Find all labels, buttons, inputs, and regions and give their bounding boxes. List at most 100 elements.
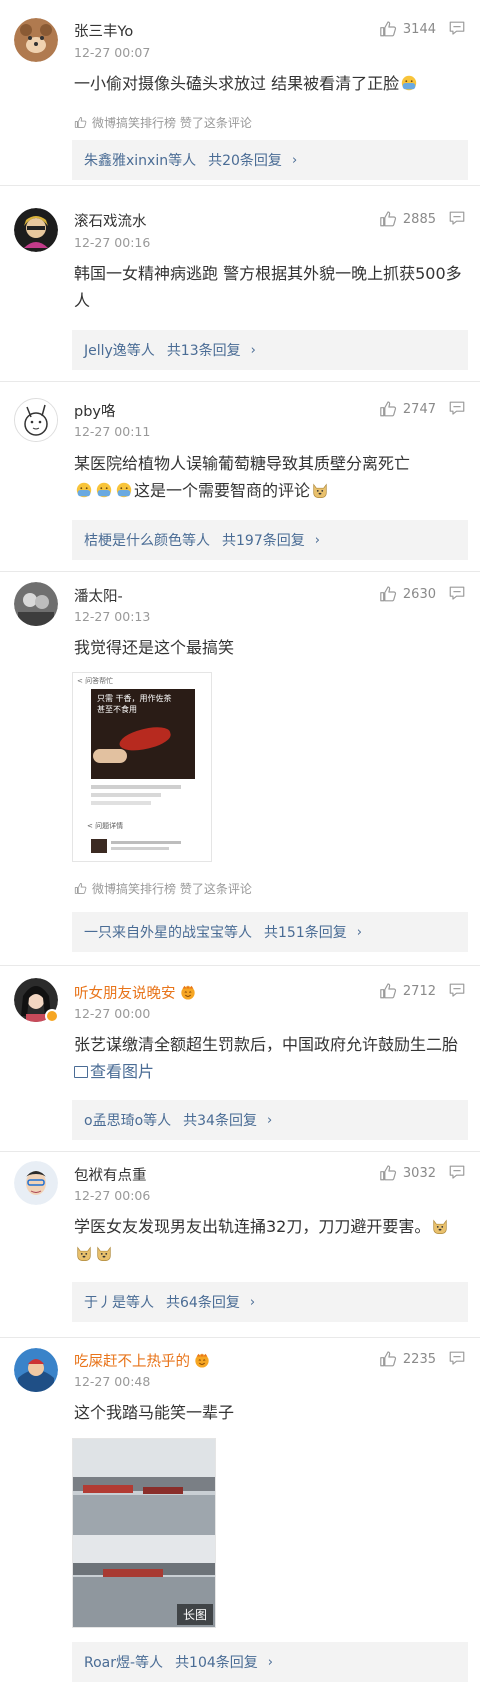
- replies-link[interactable]: Jelly逸等人 共13条回复 ›: [72, 330, 468, 370]
- like-count: 2630: [402, 586, 436, 602]
- chevron-right-icon: ›: [250, 342, 256, 358]
- username-text: 听女朋友说晚安: [74, 986, 176, 1002]
- reply-count: 共197条回复: [222, 533, 305, 549]
- username[interactable]: 听女朋友说晚安: [74, 982, 197, 1003]
- image-mini-thumb: [91, 839, 107, 853]
- avatar[interactable]: [14, 1161, 58, 1205]
- comment-item: 听女朋友说晚安 12-27 00:00 2712 张艺谋缴清全额超生罚款后，中国…: [0, 966, 480, 1152]
- timestamp: 12-27 00:00: [74, 1006, 151, 1021]
- comment-bubble-icon[interactable]: [448, 399, 466, 417]
- comment-text: 一小偷对摄像头磕头求放过 结果被看清了正脸: [74, 70, 466, 97]
- image-photo: 只需 干香，用作佐茶 甚至不食用: [91, 689, 195, 779]
- image-boat: [83, 1485, 133, 1493]
- like-button[interactable]: 2885: [379, 209, 436, 229]
- comment-text: 我觉得还是这个最搞笑: [74, 638, 235, 657]
- comment-item: 潘太阳- 12-27 00:13 2630 我觉得还是这个最搞笑 < 问答帮忙 …: [0, 572, 480, 966]
- avatar[interactable]: [14, 1348, 58, 1392]
- like-button[interactable]: 2630: [379, 584, 436, 604]
- thumbs-up-icon: [379, 585, 397, 603]
- like-button[interactable]: 2747: [379, 399, 436, 419]
- like-button[interactable]: 2712: [379, 981, 436, 1001]
- timestamp: 12-27 00:07: [74, 45, 151, 60]
- timestamp: 12-27 00:11: [74, 424, 151, 439]
- comment-bubble-icon[interactable]: [448, 1163, 466, 1181]
- reply-from: 桔梗是什么颜色等人: [84, 533, 210, 549]
- thumbs-up-outline-icon: [74, 882, 87, 895]
- reply-count: 共34条回复: [183, 1113, 257, 1129]
- comment-bubble-icon[interactable]: [448, 584, 466, 602]
- replies-link[interactable]: o孟思琦o等人 共34条回复 ›: [72, 1100, 468, 1140]
- comment-image[interactable]: 长图: [72, 1438, 216, 1628]
- replies-link[interactable]: 桔梗是什么颜色等人 共197条回复 ›: [72, 520, 468, 560]
- reply-count: 共104条回复: [175, 1655, 258, 1671]
- like-button[interactable]: 3032: [379, 1163, 436, 1183]
- avatar[interactable]: [14, 18, 58, 62]
- avatar[interactable]: [14, 978, 59, 1023]
- thumbs-up-icon: [379, 400, 397, 418]
- chevron-right-icon: ›: [267, 1654, 273, 1670]
- comment-text-line2: 这是一个需要智商的评论: [134, 481, 311, 500]
- like-button[interactable]: 2235: [379, 1349, 436, 1369]
- comment-bubble-icon[interactable]: [448, 981, 466, 999]
- reply-from: Jelly逸等人: [84, 343, 155, 359]
- reply-from: 于丿是等人: [84, 1295, 154, 1311]
- like-count: 2235: [402, 1351, 436, 1367]
- username[interactable]: 潘太阳-: [74, 585, 123, 606]
- replies-link[interactable]: 于丿是等人 共64条回复 ›: [72, 1282, 468, 1322]
- praise-note: 微博搞笑排行榜 赞了这条评论: [74, 114, 252, 131]
- thumbs-up-icon: [379, 20, 397, 38]
- doge-emoji-icon: [431, 1217, 449, 1235]
- doge-emoji-icon: [95, 1244, 113, 1262]
- like-count: 2712: [402, 983, 436, 999]
- reply-from: 一只来自外星的战宝宝等人: [84, 925, 252, 941]
- chevron-right-icon: ›: [291, 152, 298, 168]
- like-count: 3032: [402, 1165, 436, 1181]
- comment-item: 包袱有点重 12-27 00:06 3032 学医女友发现男友出轨连捅32刀，刀…: [0, 1152, 480, 1338]
- comment-image[interactable]: < 问答帮忙 只需 干香，用作佐茶 甚至不食用 < 问题详情: [72, 672, 212, 862]
- comment-bubble-icon[interactable]: [448, 209, 466, 227]
- chevron-right-icon: ›: [266, 1112, 273, 1128]
- username[interactable]: 包袱有点重: [74, 1164, 147, 1185]
- timestamp: 12-27 00:06: [74, 1188, 151, 1203]
- like-count: 2885: [402, 211, 436, 227]
- comment-text: 某医院给植物人误输葡萄糖导致其质壁分离死亡 这是一个需要智商的评论: [74, 450, 466, 504]
- image-overlay-text: 只需 干香，用作佐茶: [97, 694, 172, 703]
- avatar[interactable]: [14, 398, 58, 442]
- avatar[interactable]: [14, 208, 58, 252]
- reply-count: 共151条回复: [264, 925, 347, 941]
- comment-item: 滚石戏流水 12-27 00:16 2885 韩国一女精神病逃跑 警方根据其外貌…: [0, 186, 480, 382]
- username[interactable]: 滚石戏流水: [74, 210, 147, 231]
- food-item: [117, 723, 173, 755]
- view-image-text: 查看图片: [90, 1062, 155, 1081]
- chevron-right-icon: ›: [249, 1294, 256, 1310]
- thumbs-up-icon: [379, 982, 397, 1000]
- reply-count: 共20条回复: [208, 153, 282, 169]
- image-line: [91, 793, 161, 797]
- comment-bubble-icon[interactable]: [448, 1349, 466, 1367]
- praise-text: 微博搞笑排行榜 赞了这条评论: [92, 882, 252, 896]
- comment-item: pby咯 12-27 00:11 2747 某医院给植物人误输葡萄糖导致其质壁分…: [0, 382, 480, 572]
- chevron-right-icon: ›: [314, 532, 320, 548]
- facepalm-emoji-icon: [400, 74, 418, 92]
- facepalm-emoji-icon: [95, 481, 113, 499]
- praise-note: 微博搞笑排行榜 赞了这条评论: [74, 880, 252, 897]
- username[interactable]: 吃屎赶不上热乎的: [74, 1350, 211, 1371]
- replies-link[interactable]: 朱鑫雅xinxin等人 共20条回复 ›: [72, 140, 468, 180]
- thumbs-up-outline-icon: [74, 116, 87, 129]
- image-sky: [73, 1439, 215, 1479]
- username[interactable]: pby咯: [74, 400, 116, 421]
- thumbs-up-icon: [379, 1350, 397, 1368]
- username[interactable]: 张三丰Yo: [74, 20, 133, 41]
- like-count: 3144: [402, 21, 436, 37]
- reply-count: 共64条回复: [166, 1295, 240, 1311]
- comment-text-content: 学医女友发现男友出轨连捅32刀，刀刀避开要害。: [74, 1217, 431, 1236]
- chevron-right-icon: ›: [356, 924, 362, 940]
- like-button[interactable]: 3144: [379, 19, 436, 39]
- avatar[interactable]: [14, 582, 58, 626]
- comment-text: 韩国一女精神病逃跑 警方根据其外貌一晚上抓获500多人: [74, 264, 462, 310]
- replies-link[interactable]: Roar煜-等人 共104条回复 ›: [72, 1642, 468, 1682]
- replies-link[interactable]: 一只来自外星的战宝宝等人 共151条回复 ›: [72, 912, 468, 952]
- view-image-link[interactable]: 查看图片: [74, 1062, 154, 1081]
- timestamp: 12-27 00:13: [74, 609, 151, 624]
- comment-bubble-icon[interactable]: [448, 19, 466, 37]
